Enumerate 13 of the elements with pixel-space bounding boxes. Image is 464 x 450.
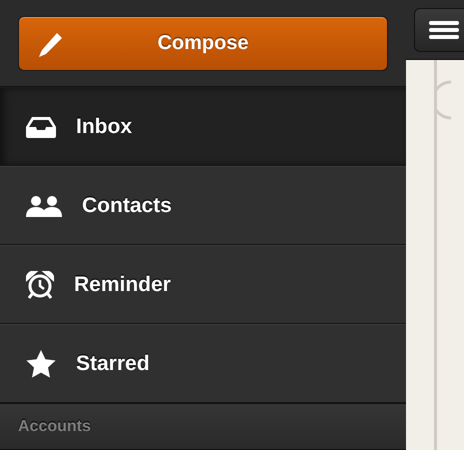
contacts-icon	[26, 194, 62, 216]
menu-button[interactable]	[414, 8, 464, 52]
menu-item[interactable]: Reminder	[0, 245, 406, 324]
menu-item[interactable]: Inbox	[0, 87, 406, 166]
menu-item[interactable]: Starred	[0, 324, 406, 403]
inbox-icon	[26, 116, 56, 138]
alarm-clock-icon	[26, 270, 54, 298]
menu-icon	[429, 20, 459, 38]
compose-button[interactable]: Compose	[18, 16, 388, 70]
star-icon	[26, 350, 56, 378]
section-title: Accounts	[18, 418, 91, 436]
menu-item[interactable]: Contacts	[0, 166, 406, 245]
pencil-icon	[37, 32, 63, 58]
